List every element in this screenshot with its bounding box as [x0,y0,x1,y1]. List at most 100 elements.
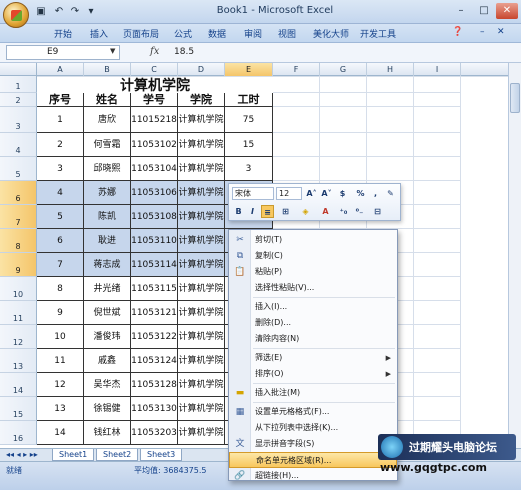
save-icon[interactable]: ▣ [34,5,48,18]
row-header[interactable]: 8 [0,229,37,253]
tab-view[interactable]: 视图 [278,27,296,40]
fill-color-icon[interactable]: ◈ [299,205,312,218]
menu-item-paste-special[interactable]: 选择性粘贴(V)... [229,280,397,296]
row-header[interactable]: 1 [0,76,37,93]
close-icon[interactable]: ✕ [496,3,518,19]
empty-cell[interactable] [414,349,461,373]
menu-item-copy[interactable]: ⧉ 复制(C) [229,248,397,264]
column-header[interactable]: A [37,63,84,76]
table-cell[interactable]: 邱晓熙 [84,157,131,181]
table-cell[interactable]: 唐欣 [84,107,131,133]
select-all-corner[interactable] [0,63,37,76]
table-cell[interactable]: 耿进 [84,229,131,253]
table-cell[interactable]: 9 [37,301,84,325]
table-cell[interactable]: 计算机学院 [178,157,225,181]
menu-item-filter[interactable]: 筛选(E) ▶ [229,350,397,366]
menu-item-paste[interactable]: 📋 粘贴(P) [229,264,397,280]
table-cell[interactable]: 计算机学院 [178,205,225,229]
vertical-scrollbar[interactable] [508,63,521,448]
tab-formulas[interactable]: 公式 [174,27,192,40]
menu-item-hyperlink[interactable]: 🔗 超链接(H)... [229,468,397,484]
minimize-icon[interactable]: – [450,3,472,19]
menu-item-sort[interactable]: 排序(O) ▶ [229,366,397,382]
header-college[interactable]: 学院 [178,93,225,107]
sheet-tab[interactable]: Sheet1 [52,449,95,461]
empty-cell[interactable] [414,205,461,229]
table-cell[interactable]: 5 [37,205,84,229]
table-cell[interactable]: 11053106 [131,181,178,205]
tab-review[interactable]: 审阅 [244,27,262,40]
table-cell[interactable]: 3 [225,157,273,181]
empty-cell[interactable] [414,133,461,157]
row-header[interactable]: 10 [0,277,37,301]
center-align-icon[interactable]: ≡ [261,205,274,218]
table-cell[interactable]: 6 [37,229,84,253]
table-cell[interactable]: 计算机学院 [178,277,225,301]
empty-cell[interactable] [367,107,414,133]
table-cell[interactable]: 计算机学院 [178,325,225,349]
column-header[interactable]: I [414,63,461,76]
empty-cell[interactable] [367,133,414,157]
row-header[interactable]: 5 [0,157,37,181]
menu-item-cut[interactable]: ✂ 剪切(T) [229,232,397,248]
row-header[interactable]: 12 [0,325,37,349]
table-cell[interactable]: 2 [37,133,84,157]
scroll-thumb[interactable] [510,83,520,113]
table-cell[interactable]: 蒋志成 [84,253,131,277]
percent-style-button[interactable]: % [354,187,367,200]
empty-cell[interactable] [273,93,320,107]
font-color-icon[interactable]: A [319,205,332,218]
table-cell[interactable]: 13 [37,397,84,421]
table-cell[interactable]: 计算机学院 [178,133,225,157]
font-size-box[interactable]: 12 [276,187,302,200]
table-cell[interactable]: 11053108 [131,205,178,229]
empty-cell[interactable] [414,277,461,301]
row-header[interactable]: 2 [0,93,37,107]
empty-cell[interactable] [273,133,320,157]
table-cell[interactable]: 吴华杰 [84,373,131,397]
menu-item-pick-from-list[interactable]: 从下拉列表中选择(K)... [229,420,397,436]
table-cell[interactable]: 8 [37,277,84,301]
empty-cell[interactable] [367,157,414,181]
empty-cell[interactable] [414,93,461,107]
empty-cell[interactable] [414,397,461,421]
table-cell[interactable]: 7 [37,253,84,277]
format-painter-icon[interactable]: ✎ [384,187,397,200]
table-cell[interactable]: 11053110 [131,229,178,253]
help-icon[interactable]: ❓ [452,27,463,37]
empty-cell[interactable] [273,157,320,181]
menu-item-format-cells[interactable]: ▦ 设置单元格格式(F)... [229,404,397,420]
table-cell[interactable]: 计算机学院 [178,373,225,397]
decrease-decimal-icon[interactable]: ⁰₋ [353,205,366,218]
tab-developer[interactable]: 开发工具 [360,27,396,40]
header-no[interactable]: 序号 [37,93,84,107]
table-cell[interactable]: 计算机学院 [178,421,225,445]
qat-dropdown-icon[interactable]: ▾ [84,5,98,18]
table-cell[interactable]: 11053203 [131,421,178,445]
row-header[interactable]: 3 [0,107,37,133]
column-header[interactable]: E [225,63,273,76]
redo-icon[interactable]: ↷ [68,5,82,18]
row-header[interactable]: 4 [0,133,37,157]
empty-cell[interactable] [414,76,461,93]
menu-item-clear[interactable]: 清除内容(N) [229,331,397,347]
sheet-tab[interactable]: Sheet3 [140,449,183,461]
name-box-dropdown-icon[interactable]: ▼ [110,47,115,55]
menu-item-delete[interactable]: 删除(D)... [229,315,397,331]
ribbon-minimize-icon[interactable]: – [480,27,485,37]
empty-cell[interactable] [414,181,461,205]
tab-home[interactable]: 开始 [54,27,72,40]
empty-cell[interactable] [320,93,367,107]
table-cell[interactable]: 11053122 [131,325,178,349]
table-cell[interactable]: 戚鑫 [84,349,131,373]
column-header[interactable]: C [131,63,178,76]
table-cell[interactable]: 11053124 [131,349,178,373]
office-button[interactable] [3,2,29,28]
tab-insert[interactable]: 插入 [90,27,108,40]
empty-cell[interactable] [273,107,320,133]
maximize-icon[interactable]: □ [473,3,495,19]
row-header[interactable]: 11 [0,301,37,325]
table-cell[interactable]: 11053128 [131,373,178,397]
tab-data[interactable]: 数据 [208,27,226,40]
row-header[interactable]: 6 [0,181,37,205]
